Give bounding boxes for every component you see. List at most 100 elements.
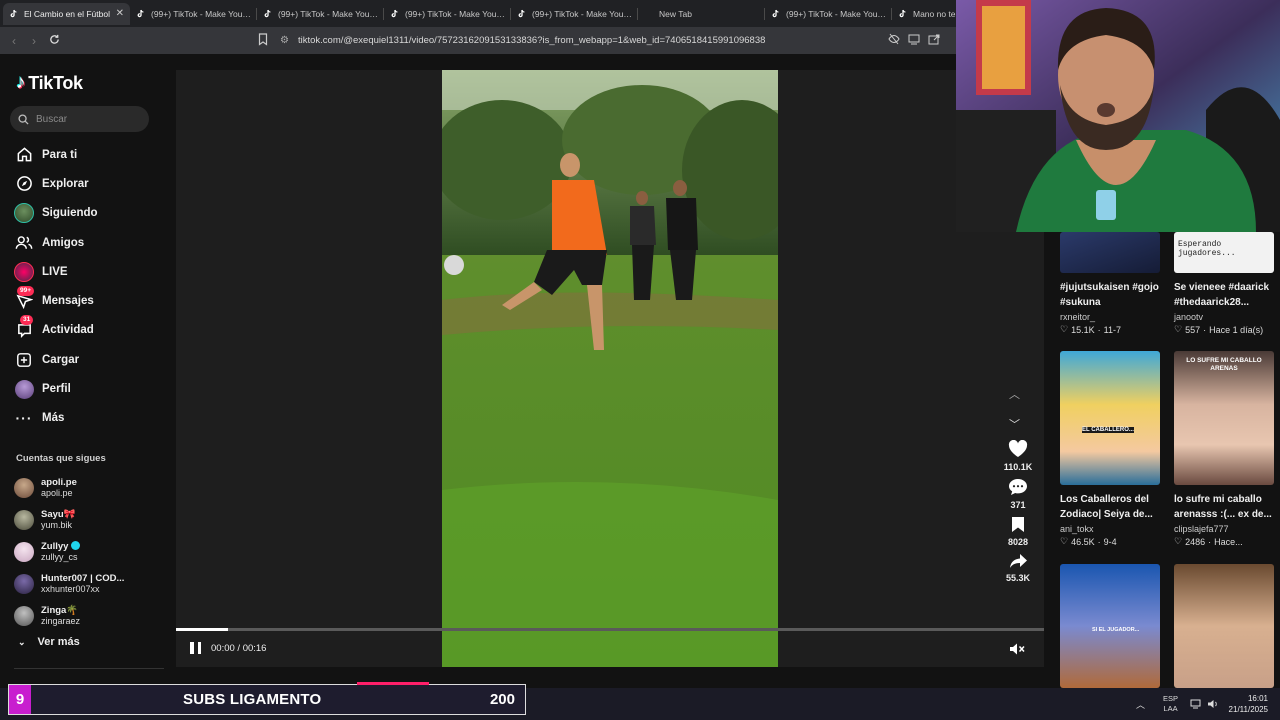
like-count: 110.1K (1003, 462, 1033, 472)
messages-icon: 99+ (14, 286, 35, 311)
tab-tiktok-5[interactable]: (99+) TikTok - Make Your D (765, 3, 892, 25)
cast-icon[interactable] (908, 33, 920, 45)
tab-tiktok-4[interactable]: (99+) TikTok - Make Your D (511, 3, 638, 25)
volume-icon[interactable] (1207, 699, 1219, 709)
share-button[interactable]: 55.3K (1006, 553, 1030, 583)
bookmark-icon[interactable] (258, 33, 268, 46)
see-more-button[interactable]: ⌄ Ver más (18, 636, 80, 648)
search-input[interactable]: Buscar (10, 106, 149, 132)
video-card-likes: 46.5K (1071, 536, 1095, 547)
video-card[interactable]: EL CABALLERO... Los Caballeros del Zodia… (1060, 351, 1164, 547)
sidebar-item-para-ti[interactable]: Para ti (14, 140, 98, 169)
sidebar-item-siguiendo[interactable]: Siguiendo (14, 199, 98, 228)
goal-count: 200 (489, 691, 515, 708)
sidebar-item-label: Siguiendo (42, 207, 98, 220)
thumbnail-text: Esperando jugadores... (1178, 240, 1236, 258)
thumbnail-text: EL CABALLERO... (1082, 427, 1134, 433)
sidebar-item-perfil[interactable]: Perfil (14, 374, 98, 403)
tab-tiktok-1[interactable]: (99+) TikTok - Make Your D (130, 3, 257, 25)
sidebar-item-mas[interactable]: ··· Más (14, 404, 98, 433)
sidebar-item-label: Para ti (42, 148, 78, 161)
toolbar-actions (888, 33, 940, 45)
language-indicator[interactable]: ESP LAA (1163, 694, 1178, 714)
profile-avatar (14, 379, 34, 399)
eye-off-icon[interactable] (888, 33, 900, 45)
video-card[interactable]: SI EL JUGADOR... (1060, 564, 1164, 688)
pause-button[interactable] (190, 642, 201, 654)
tiktok-favicon-icon (264, 9, 271, 17)
chevron-up-icon[interactable]: ︿ (1136, 698, 1145, 711)
video-card[interactable]: Esperando jugadores... Se vieneee #daari… (1174, 232, 1278, 335)
lang-code: ESP (1163, 694, 1179, 703)
messages-badge: 99+ (17, 286, 35, 297)
bookmark-icon (1012, 517, 1024, 532)
tiktok-favicon-icon (772, 9, 779, 17)
share-count: 55.3K (1005, 573, 1031, 583)
forward-icon[interactable]: › (24, 34, 44, 48)
address-bar[interactable]: ⚙ tiktok.com/@exequiel1311/video/7572316… (280, 31, 960, 50)
save-button[interactable]: 8028 (1008, 516, 1028, 547)
video-progress-bar[interactable] (176, 628, 1044, 631)
sidebar-item-actividad[interactable]: 31 Actividad (14, 315, 98, 345)
network-icon[interactable] (1190, 699, 1201, 709)
account-item[interactable]: Zinga🌴 zingaraez (14, 600, 124, 632)
mute-icon[interactable] (1009, 642, 1025, 656)
sidebar-item-cargar[interactable]: Cargar (14, 345, 98, 374)
video-card[interactable] (1174, 564, 1278, 688)
site-settings-icon[interactable]: ⚙ (280, 35, 289, 46)
progress-fill (176, 628, 229, 631)
account-item[interactable]: Zullyy zullyy_cs (14, 536, 124, 568)
tiktok-favicon-icon (10, 9, 17, 17)
tab-el-cambio[interactable]: El Cambio en el Fútbol ✕ (3, 2, 130, 25)
heart-outline-icon: ♡ (1174, 324, 1183, 334)
webcam-image (956, 0, 1280, 232)
sidebar-item-live[interactable]: LIVE (14, 257, 98, 286)
share-icon[interactable] (928, 33, 940, 45)
avatar (14, 542, 34, 562)
avatar (14, 510, 34, 530)
search-icon (18, 113, 29, 125)
video-thumbnail: Esperando jugadores... (1174, 232, 1274, 273)
comment-button[interactable]: 371 (1008, 478, 1028, 510)
sidebar-item-mensajes[interactable]: 99+ Mensajes (14, 286, 98, 315)
video-card[interactable]: LO SUFRE MI CABALLO ARENAS lo sufre mi c… (1174, 351, 1278, 547)
account-name: apoli.pe (41, 477, 77, 488)
video-frame[interactable] (442, 70, 778, 667)
video-content-image (442, 70, 778, 667)
tab-mano[interactable]: Mano no te (892, 3, 962, 25)
sidebar-item-explorar[interactable]: Explorar (14, 169, 98, 198)
comment-icon (1009, 479, 1027, 495)
playback-controls: 00:00 / 00:16 (190, 642, 266, 654)
reload-icon[interactable] (44, 34, 64, 48)
tiktok-logo[interactable]: ♪ TikTok (16, 72, 83, 94)
taskbar-clock[interactable]: 16:01 21/11/2025 (1224, 693, 1268, 715)
tab-tiktok-2[interactable]: (99+) TikTok - Make Your D (257, 3, 384, 25)
account-item[interactable]: apoli.pe apoli.pe (14, 472, 124, 504)
account-item[interactable]: Hunter007 | COD... xxhunter007xx (14, 568, 124, 600)
sidebar-item-label: Más (42, 412, 65, 425)
video-card-author: clipslajefa777 (1174, 524, 1229, 534)
chevron-up-icon[interactable]: ︿ (1009, 386, 1020, 402)
video-thumbnail: LO SUFRE MI CABALLO ARENAS (1174, 351, 1274, 485)
video-card-author: ani_tokx (1060, 524, 1094, 534)
video-card-date: Hace... (1214, 536, 1243, 547)
video-card-likes: 557 (1185, 324, 1201, 335)
like-button[interactable]: 110.1K (1003, 440, 1033, 472)
video-card[interactable]: #jujutsukaisen #gojo #sukuna rxneitor_ ♡… (1060, 232, 1164, 335)
tab-label: (99+) TikTok - Make Your D (278, 8, 378, 19)
activity-icon: 31 (14, 315, 34, 340)
close-tab-icon[interactable]: ✕ (116, 8, 124, 19)
search-placeholder: Buscar (36, 113, 68, 125)
tab-label: El Cambio en el Fútbol (24, 8, 110, 19)
divider (14, 668, 164, 669)
sidebar-item-amigos[interactable]: Amigos (14, 228, 98, 257)
chevron-down-icon[interactable]: ﹀ (1009, 416, 1020, 432)
streamer-webcam (956, 0, 1280, 232)
clock-time: 16:01 (1247, 694, 1268, 703)
account-handle: yum.bik (41, 520, 73, 530)
back-icon[interactable]: ‹ (4, 34, 24, 48)
tab-tiktok-3[interactable]: (99+) TikTok - Make Your D (384, 3, 511, 25)
video-time: 00:00 / 00:16 (211, 642, 267, 654)
tab-new-tab[interactable]: New Tab (638, 3, 765, 25)
account-item[interactable]: Sayu🎀 yum.bik (14, 504, 124, 536)
